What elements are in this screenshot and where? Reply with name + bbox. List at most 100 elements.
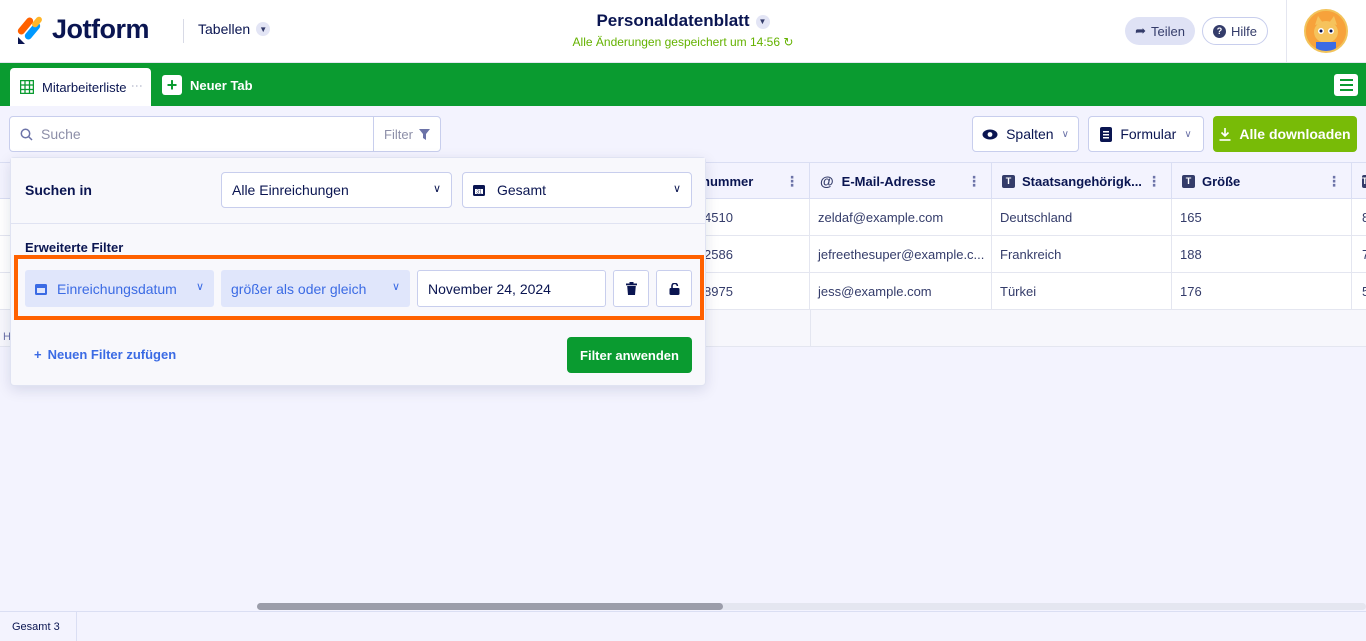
scrollbar-thumb[interactable] xyxy=(257,603,723,610)
column-header-nationality[interactable]: T Staatsangehörigk... ⋮ xyxy=(992,163,1172,199)
filter-funnel-icon xyxy=(418,128,430,140)
footer-bar: Gesamt 3 xyxy=(0,611,1366,641)
download-label: Alle downloaden xyxy=(1239,126,1351,142)
text-field-icon: T xyxy=(1362,174,1366,188)
table-cell[interactable]: 8975 xyxy=(694,273,810,309)
filter-operator-value: größer als oder gleich xyxy=(231,280,367,297)
scope-select[interactable]: 31 Gesamt ∨ xyxy=(462,172,692,208)
filter-field-select[interactable]: Einreichungsdatum ∨ xyxy=(25,270,214,307)
lock-filter-button[interactable] xyxy=(656,270,692,307)
search-input[interactable] xyxy=(41,126,341,142)
unlock-icon xyxy=(669,282,679,295)
column-label: Staatsangehörigk... xyxy=(1022,173,1142,189)
filter-panel: Suchen in Alle Einreichungen ∨ 31 Gesamt… xyxy=(10,157,706,386)
add-filter-label: Neuen Filter zufügen xyxy=(47,347,177,362)
trash-icon xyxy=(625,282,637,295)
filter-operator-select[interactable]: größer als oder gleich ∨ xyxy=(221,270,410,307)
divider xyxy=(1286,0,1287,63)
column-label: nummer xyxy=(702,173,754,189)
table-cell[interactable]: zeldaf@example.com xyxy=(810,199,992,235)
table-cell[interactable]: 165 xyxy=(1172,199,1352,235)
calendar-icon: 31 xyxy=(473,185,485,196)
add-filter-link[interactable]: + Neuen Filter zufügen xyxy=(34,347,176,362)
user-avatar[interactable] xyxy=(1304,9,1348,53)
share-arrow-icon: ➦ xyxy=(1135,23,1146,38)
form-document-icon xyxy=(1100,126,1113,142)
chevron-down-icon: ∨ xyxy=(432,183,441,195)
text-field-icon: T xyxy=(1002,174,1015,188)
search-in-label: Suchen in xyxy=(25,182,92,198)
at-sign-icon: @ xyxy=(820,173,834,189)
column-label: E-Mail-Adresse xyxy=(841,173,936,189)
document-title-text: Personaldatenblatt xyxy=(596,11,750,30)
table-cell[interactable]: 8 xyxy=(1352,199,1366,235)
filter-date-value: November 24, 2024 xyxy=(428,280,551,297)
submissions-select[interactable]: Alle Einreichungen ∨ xyxy=(221,172,452,208)
download-all-button[interactable]: Alle downloaden xyxy=(1213,116,1357,152)
table-cell[interactable]: 4510 xyxy=(694,199,810,235)
tab-mitarbeiterliste[interactable]: Mitarbeiterliste ⋮ xyxy=(10,68,151,106)
filter-field-value: Einreichungsdatum xyxy=(57,280,177,297)
tab-bar: Mitarbeiterliste ⋮ + Neuer Tab xyxy=(0,63,1366,106)
apply-filter-button[interactable]: Filter anwenden xyxy=(567,337,692,373)
search-icon xyxy=(20,128,33,141)
column-menu-icon[interactable]: ⋮ xyxy=(967,173,981,190)
share-label: Teilen xyxy=(1150,23,1185,39)
column-header-height[interactable]: T Größe ⋮ xyxy=(1172,163,1352,199)
plus-icon: + xyxy=(162,75,182,95)
help-button[interactable]: ? Hilfe xyxy=(1202,17,1268,45)
chevron-down-icon: ▼ xyxy=(755,14,770,29)
form-label: Formular xyxy=(1120,126,1177,142)
table-cell[interactable]: Türkei xyxy=(992,273,1172,309)
svg-text:31: 31 xyxy=(476,190,482,196)
share-button[interactable]: ➦ Teilen xyxy=(1125,17,1195,45)
save-status-text: Alle Änderungen gespeichert um 14:56 xyxy=(572,35,781,49)
submissions-select-value: Alle Einreichungen xyxy=(232,182,349,198)
table-cell[interactable]: Frankreich xyxy=(992,236,1172,272)
help-label: Hilfe xyxy=(1230,23,1257,39)
delete-filter-button[interactable] xyxy=(613,270,649,307)
chevron-down-icon: ∨ xyxy=(195,281,204,293)
columns-button[interactable]: Spalten ∨ xyxy=(972,116,1079,152)
chevron-down-icon: ∨ xyxy=(1061,128,1069,140)
column-header-next[interactable]: T xyxy=(1352,163,1366,199)
table-cell[interactable]: 188 xyxy=(1172,236,1352,272)
filter-button[interactable]: Filter xyxy=(373,116,441,152)
search-scope-section: Suchen in Alle Einreichungen ∨ 31 Gesamt… xyxy=(11,158,705,224)
tab-options-icon[interactable]: ⋮ xyxy=(130,80,144,91)
column-menu-icon[interactable]: ⋮ xyxy=(785,173,799,190)
table-grid-icon xyxy=(20,80,34,94)
top-bar: Jotform Tabellen ▼ Personaldatenblatt ▼ A… xyxy=(0,0,1366,63)
column-menu-icon[interactable]: ⋮ xyxy=(1327,173,1341,190)
hamburger-menu-icon[interactable] xyxy=(1334,74,1358,96)
table-cell[interactable]: 2586 xyxy=(694,236,810,272)
table-cell[interactable]: 5 xyxy=(1352,273,1366,309)
calendar-icon xyxy=(35,283,47,295)
table-cell[interactable]: 176 xyxy=(1172,273,1352,309)
new-tab-button[interactable]: + Neuer Tab xyxy=(162,75,253,95)
column-header-email[interactable]: @ E-Mail-Adresse ⋮ xyxy=(810,163,992,199)
column-menu-icon[interactable]: ⋮ xyxy=(1147,173,1161,190)
table-cell[interactable]: jefreethesuper@example.c... xyxy=(810,236,992,272)
eye-icon xyxy=(982,129,998,139)
table-cell[interactable]: Deutschland xyxy=(992,199,1172,235)
table-cell[interactable]: jess@example.com xyxy=(810,273,992,309)
plus-icon: + xyxy=(34,347,42,362)
columns-label: Spalten xyxy=(1006,126,1054,142)
new-tab-label: Neuer Tab xyxy=(190,77,253,93)
column-header-phone[interactable]: nummer ⋮ xyxy=(694,163,810,199)
table-cell[interactable]: 7 xyxy=(1352,236,1366,272)
chevron-down-icon: ∨ xyxy=(672,183,681,195)
search-box[interactable] xyxy=(9,116,374,152)
download-icon xyxy=(1219,127,1231,141)
help-icon: ? xyxy=(1212,24,1226,38)
scope-select-value: Gesamt xyxy=(497,182,547,198)
total-count: Gesamt 3 xyxy=(0,612,77,641)
avatar-cat-icon xyxy=(1306,11,1346,51)
chevron-down-icon: ∨ xyxy=(391,281,400,293)
text-field-icon: T xyxy=(1182,174,1195,188)
apply-filter-label: Filter anwenden xyxy=(580,347,679,363)
filter-date-input[interactable]: November 24, 2024 xyxy=(417,270,606,307)
form-button[interactable]: Formular ∨ xyxy=(1088,116,1204,152)
chevron-down-icon: ∨ xyxy=(1184,128,1192,140)
